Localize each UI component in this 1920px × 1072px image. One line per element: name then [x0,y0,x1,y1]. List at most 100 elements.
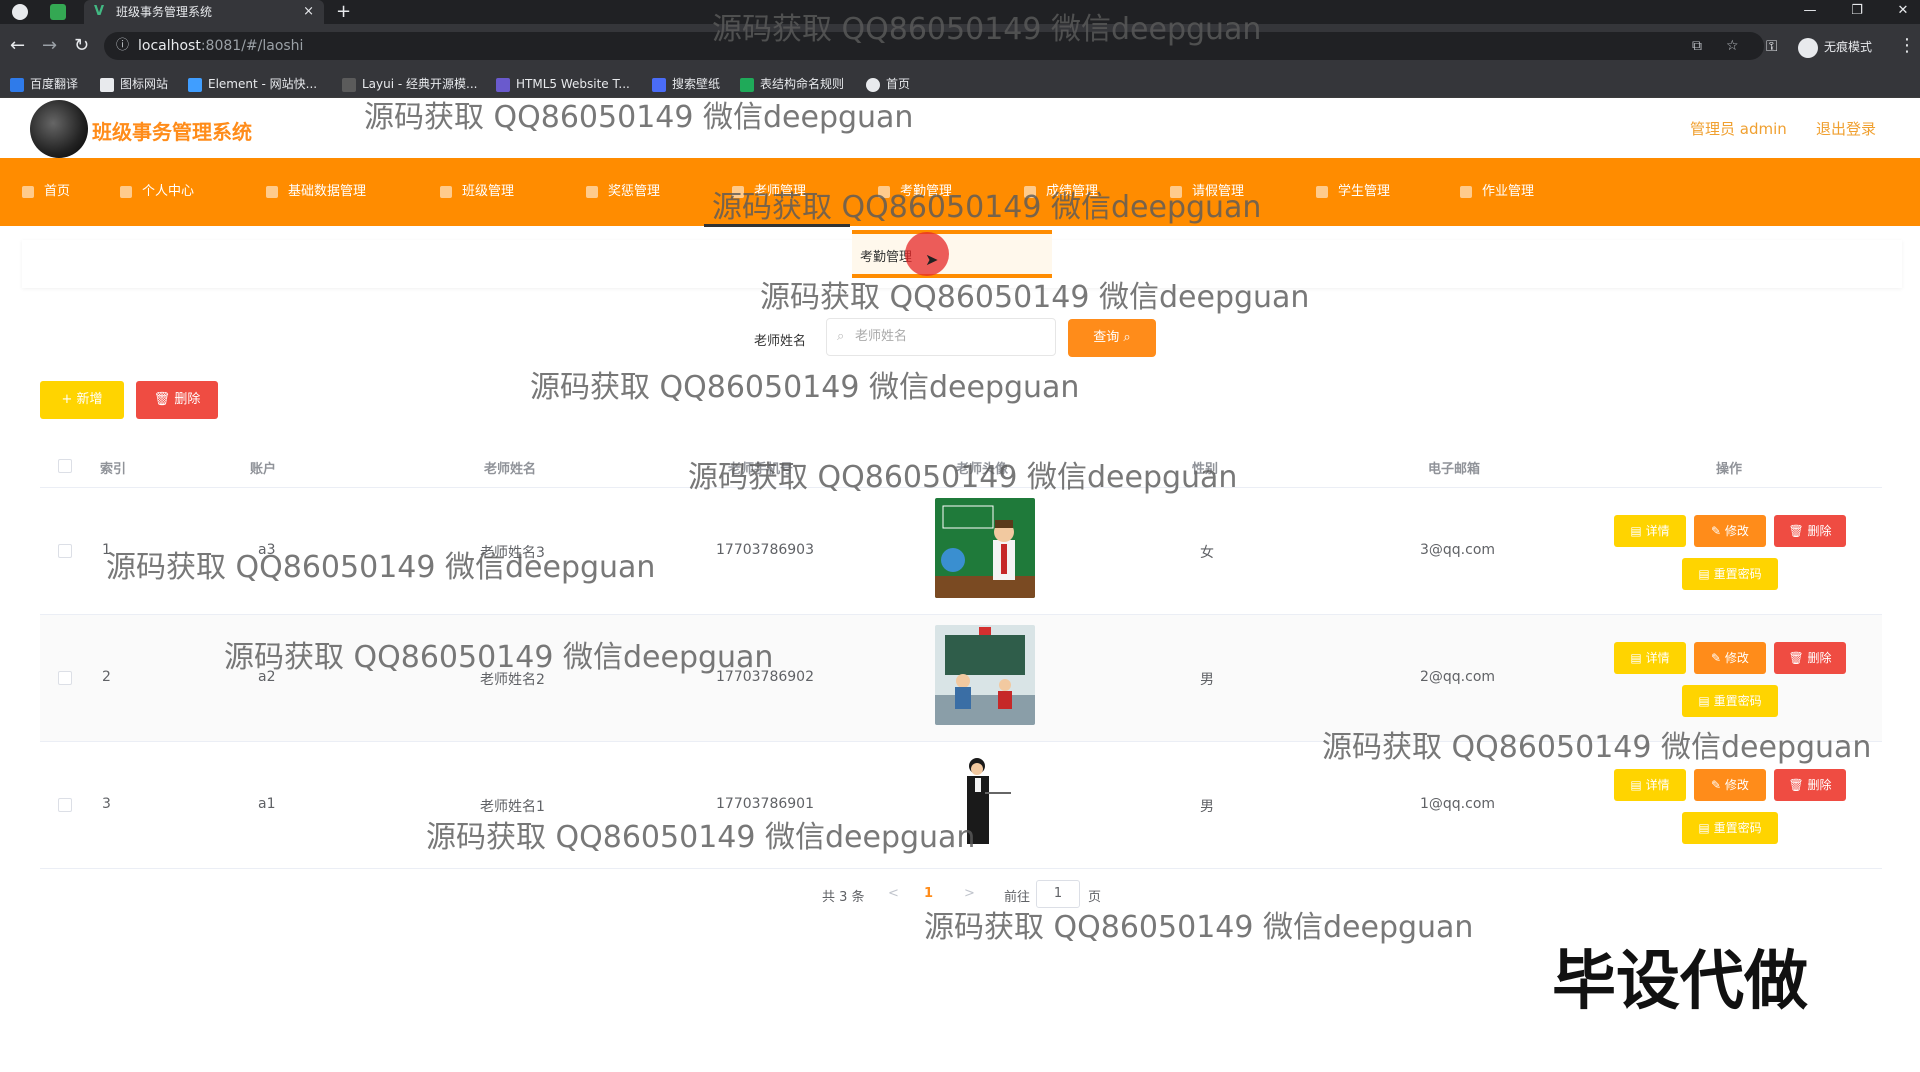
nav-active-indicator [704,224,850,227]
incognito-indicator[interactable]: 无痕模式 [1798,36,1872,58]
layui-icon [342,77,356,92]
nav-class[interactable]: 班级管理 [440,158,514,226]
bookmark-item[interactable]: 搜索壁纸 [652,70,720,98]
more-menu-icon[interactable]: ⋮ [1898,36,1916,56]
url-field[interactable]: ⓘ localhost:8081/#/laoshi ⧉ ☆ [104,32,1764,60]
table-row: 1 a3 老师姓名3 17703786903 女 3@qq.com ▤ 详情 ✎… [40,488,1882,615]
delete-button[interactable]: 🗑 删除 [1774,515,1846,547]
bookmark-item[interactable]: 百度翻译 [10,70,78,98]
reload-icon[interactable]: ↻ [74,36,89,56]
key-icon[interactable]: ⚿ [1766,36,1777,56]
edit-button[interactable]: ✎ 修改 [1694,642,1766,674]
nav-student[interactable]: 学生管理 [1316,158,1390,226]
detail-button[interactable]: ▤ 详情 [1614,769,1686,801]
pagination-goto-input[interactable]: 1 [1036,880,1080,908]
nav-grades[interactable]: 成绩管理 [1024,158,1098,226]
nav-base-data[interactable]: 基础数据管理 [266,158,366,226]
browser-menu-icon[interactable] [12,4,28,20]
menu-icon [1024,185,1036,198]
teacher-avatar [935,752,1035,852]
row-checkbox[interactable] [58,671,72,685]
classroom-image [935,625,1035,725]
forward-icon[interactable]: → [42,36,57,56]
reset-password-button[interactable]: ▤ 重置密码 [1682,812,1778,844]
cell-teacher-name: 老师姓名1 [480,799,545,815]
pagination-prev[interactable]: < [888,886,899,901]
cell-phone: 17703786901 [716,796,814,812]
logout-link[interactable]: 退出登录 [1816,118,1876,139]
promo-stamp: 毕设代做 [1552,945,1808,1019]
search-label: 老师姓名 [754,334,807,349]
home-icon [22,185,34,198]
url-path: :8081/#/laoshi [200,38,304,54]
menu-icon [732,185,744,198]
teacher-portrait-image [935,752,1035,852]
delete-button[interactable]: 🗑 删除 [1774,642,1846,674]
menu-icon [440,185,452,198]
detail-button[interactable]: ▤ 详情 [1614,642,1686,674]
bookmark-item[interactable]: Element - 网站快... [188,70,317,98]
teacher-avatar [935,625,1035,725]
main-nav: 首页 个人中心 基础数据管理 班级管理 奖惩管理 老师管理 考勤管理 成绩管理 … [0,158,1920,227]
cell-teacher-name: 老师姓名2 [480,672,545,688]
detail-button[interactable]: ▤ 详情 [1614,515,1686,547]
back-icon[interactable]: ← [10,36,25,56]
browser-address-bar: ← → ↻ ⓘ localhost:8081/#/laoshi ⧉ ☆ ⚿ 无痕… [0,24,1920,70]
cursor-icon: ➤ [925,250,939,269]
edit-button[interactable]: ✎ 修改 [1694,769,1766,801]
user-icon [586,185,598,198]
new-tab-button[interactable]: + [336,0,351,24]
nav-home[interactable]: 首页 [22,158,70,226]
col-teacher-name: 老师姓名 [484,462,537,477]
bookmark-item[interactable]: Layui - 经典开源模... [342,70,477,98]
logo [30,100,88,158]
col-account: 账户 [250,462,277,477]
teacher-name-search-input[interactable]: ⌕ 老师姓名 [826,318,1056,356]
tab-close-icon[interactable]: × [303,0,314,24]
row-checkbox[interactable] [58,544,72,558]
edit-button[interactable]: ✎ 修改 [1694,515,1766,547]
pagination-next[interactable]: > [964,886,975,901]
bookmark-item[interactable]: 表结构命名规则 [740,70,844,98]
nav-homework[interactable]: 作业管理 [1460,158,1534,226]
delete-button[interactable]: 🗑 删除 [1774,769,1846,801]
row-checkbox[interactable] [58,798,72,812]
app-tab-icon[interactable] [50,4,66,20]
admin-user-label[interactable]: 管理员 admin [1690,118,1787,139]
minimize-icon[interactable]: — [1795,0,1825,22]
nav-reward[interactable]: 奖惩管理 [586,158,660,226]
nav-leave[interactable]: 请假管理 [1170,158,1244,226]
bookmark-item[interactable]: HTML5 Website T... [496,70,630,98]
attendance-submenu[interactable]: 考勤管理 [852,230,1052,278]
menu-icon [1460,185,1472,198]
html5-icon [496,77,510,92]
app-title: 班级事务管理系统 [92,120,252,144]
browser-tab[interactable]: V 班级事务管理系统 × [84,0,324,24]
add-button[interactable]: + 新增 [40,381,124,419]
teacher-day-image [935,498,1035,598]
window-close-icon[interactable]: ✕ [1888,0,1918,22]
reset-password-button[interactable]: ▤ 重置密码 [1682,685,1778,717]
cell-index: 2 [102,669,111,685]
bookmark-item[interactable]: 图标网站 [100,70,168,98]
nav-teacher[interactable]: 老师管理 [732,158,806,226]
restore-icon[interactable]: ❐ [1842,0,1872,22]
search-button[interactable]: 查询 ⌕ [1068,319,1156,357]
col-phone: 老师手机号 [728,462,794,477]
cell-index: 1 [102,542,111,558]
select-all-checkbox[interactable] [58,459,72,473]
nav-profile[interactable]: 个人中心 [120,158,194,226]
bookmark-star-icon[interactable]: ☆ [1726,32,1739,60]
bookmark-item[interactable]: 首页 [866,70,910,98]
translate-icon[interactable]: ⧉ [1692,32,1702,60]
col-email: 电子邮箱 [1428,462,1481,477]
table-row: 2 a2 老师姓名2 17703786902 男 2@qq.com ▤ 详情 ✎… [40,615,1882,742]
reset-password-button[interactable]: ▤ 重置密码 [1682,558,1778,590]
pagination-current-page[interactable]: 1 [924,886,933,901]
cell-email: 3@qq.com [1420,542,1496,558]
sheet-icon [740,77,754,92]
col-avatar: 老师头像 [956,462,1009,477]
site-info-icon[interactable]: ⓘ [116,32,129,60]
batch-delete-button[interactable]: 🗑 删除 [136,381,218,419]
nav-attendance[interactable]: 考勤管理 [878,158,952,226]
